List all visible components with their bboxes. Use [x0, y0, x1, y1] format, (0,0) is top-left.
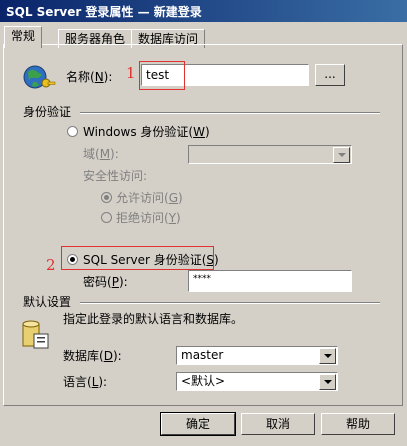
deny-access-radio[interactable] [101, 212, 112, 223]
name-label: 名称(N): [66, 70, 113, 84]
language-select-value: <默认> [181, 374, 226, 388]
login-globe-key-icon [23, 65, 56, 89]
title-bar: SQL Server 登录属性 — 新建登录 [0, 0, 407, 22]
defaults-description: 指定此登录的默认语言和数据库。 [63, 312, 244, 326]
language-dropdown-arrow-icon[interactable] [319, 374, 336, 390]
database-select[interactable]: master [176, 346, 338, 365]
allow-access-radio[interactable] [101, 192, 112, 203]
database-icon [22, 320, 49, 349]
database-dropdown-arrow-icon[interactable] [319, 348, 336, 364]
domain-select[interactable] [188, 145, 352, 164]
defaults-group-label: 默认设置 [23, 295, 72, 309]
auth-group-divider [80, 112, 380, 114]
password-label: 密码(P): [83, 275, 128, 289]
domain-dropdown-arrow-icon[interactable] [333, 147, 350, 163]
defaults-group-divider [80, 302, 380, 304]
deny-access-label: 拒绝访问(Y) [116, 211, 181, 225]
annotation-box-1 [139, 61, 185, 90]
annotation-1: 1 [126, 64, 136, 82]
domain-label: 域(M): [83, 147, 119, 161]
cancel-button[interactable]: 取消 [241, 413, 315, 435]
windows-auth-radio[interactable] [67, 126, 78, 137]
annotation-2: 2 [46, 256, 56, 274]
language-label: 语言(L): [63, 375, 108, 389]
annotation-box-2 [61, 246, 214, 270]
ok-button[interactable]: 确定 [160, 412, 236, 436]
database-label: 数据库(D): [63, 349, 122, 363]
password-input[interactable]: **** [188, 270, 352, 292]
allow-access-label: 允许访问(G) [116, 191, 183, 205]
security-access-label: 安全性访问: [83, 169, 148, 183]
windows-auth-label: Windows 身份验证(W) [83, 125, 210, 139]
tab-general-label: 常规 [11, 29, 36, 43]
auth-group-label: 身份验证 [23, 105, 72, 119]
tab-general[interactable]: 常规 [4, 26, 43, 48]
help-button[interactable]: 帮助 [321, 413, 395, 435]
language-select[interactable]: <默认> [176, 372, 338, 391]
password-input-value: **** [193, 274, 211, 284]
window-title: SQL Server 登录属性 — 新建登录 [6, 5, 202, 19]
database-select-value: master [181, 348, 224, 362]
browse-button[interactable]: ... [315, 64, 345, 86]
